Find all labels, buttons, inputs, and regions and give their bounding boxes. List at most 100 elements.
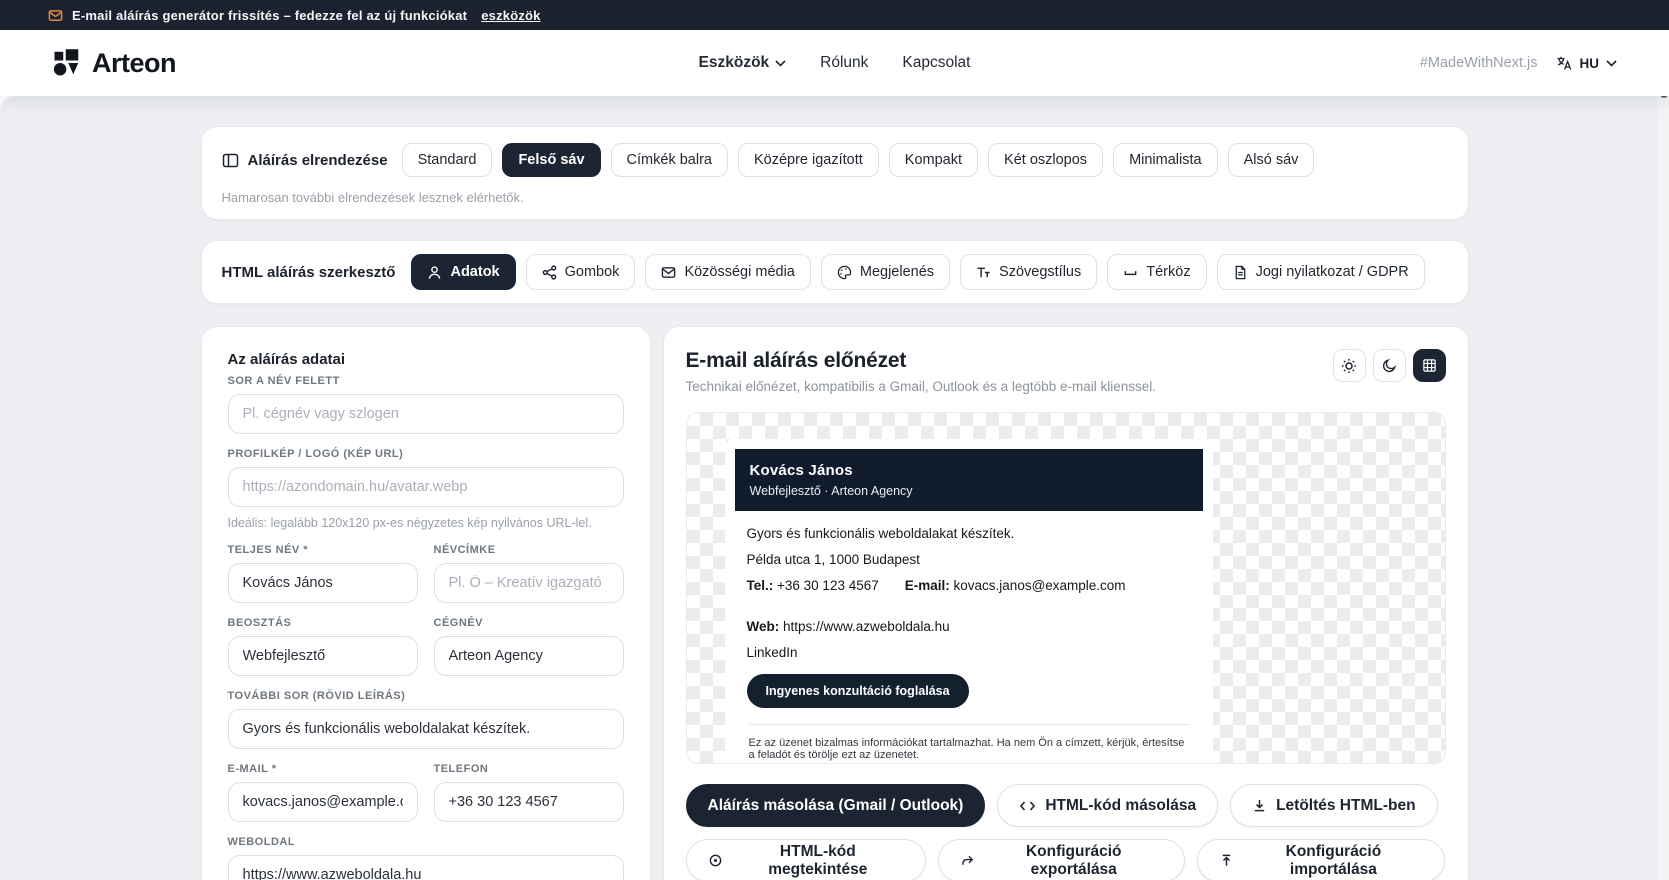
field-label-position: BEOSZTÁS [228, 617, 418, 629]
preview-title: E-mail aláírás előnézet [686, 349, 1156, 373]
import-config-button[interactable]: Konfiguráció importálása [1197, 839, 1445, 880]
field-label-website: WEBOLDAL [228, 836, 624, 848]
preview-subtitle: Technikai előnézet, kompatibilis a Gmail… [686, 379, 1156, 394]
dark-mode-button[interactable] [1373, 349, 1406, 382]
layout-hint: Hamarosan további elrendezések lesznek e… [222, 190, 1448, 205]
signature-role: Webfejlesztő · Arteon Agency [750, 484, 1188, 498]
nav-item-rolunk[interactable]: Rólunk [820, 54, 868, 72]
tab-gombok[interactable]: Gombok [526, 254, 636, 290]
field-label-email: E-MAIL * [228, 763, 418, 775]
layout-option-ket-oszlopos[interactable]: Két oszlopos [988, 143, 1103, 177]
download-icon [1252, 798, 1267, 813]
download-html-button[interactable]: Letöltés HTML-ben [1230, 784, 1438, 827]
announcement-banner: E-mail aláírás generátor frissítés – fed… [0, 0, 1669, 30]
main-nav: Eszközök Rólunk Kapcsolat [0, 54, 1669, 72]
envelope-icon [48, 8, 63, 23]
made-with-badge: #MadeWithNext.js [1420, 55, 1538, 71]
spacing-icon [1123, 265, 1138, 280]
layout-option-kompakt[interactable]: Kompakt [889, 143, 978, 177]
field-label-full-name: TELJES NÉV * [228, 544, 418, 556]
signature-preview: Kovács János Webfejlesztő · Arteon Agenc… [725, 439, 1213, 764]
layout-option-minimalista[interactable]: Minimalista [1113, 143, 1218, 177]
website-input[interactable] [228, 855, 624, 880]
full-name-input[interactable] [228, 563, 418, 603]
signature-address: Példa utca 1, 1000 Budapest [747, 552, 1191, 567]
avatar-url-input[interactable] [228, 467, 624, 507]
layout-title: Aláírás elrendezése [222, 152, 388, 169]
view-html-button[interactable]: HTML-kód megtekintése [686, 839, 927, 880]
nav-item-kapcsolat[interactable]: Kapcsolat [902, 54, 970, 72]
share-forward-icon [960, 853, 975, 868]
main-content: Aláírás elrendezése Standard Felső sáv C… [0, 96, 1669, 880]
nav-item-eszkozok[interactable]: Eszközök [699, 54, 787, 72]
preview-surface: Kovács János Webfejlesztő · Arteon Agenc… [686, 412, 1446, 764]
signature-description: Gyors és funkcionális weboldalakat készí… [747, 526, 1191, 541]
palette-icon [837, 265, 852, 280]
preview-actions-row-2: HTML-kód megtekintése Konfiguráció expor… [686, 839, 1446, 880]
header-right: #MadeWithNext.js HU [1420, 55, 1617, 72]
transparent-grid-button[interactable] [1413, 349, 1446, 382]
brand-logo[interactable]: Arteon [52, 48, 176, 79]
layout-selector-card: Aláírás elrendezése Standard Felső sáv C… [201, 126, 1469, 220]
document-icon [1233, 265, 1248, 280]
upload-icon [1219, 853, 1234, 868]
signature-contacts: Tel.: +36 30 123 4567 E-mail: kovacs.jan… [747, 578, 1191, 634]
sun-icon [1341, 358, 1357, 374]
phone-input[interactable] [434, 782, 624, 822]
field-label-line-above-name: SOR A NÉV FELETT [228, 375, 624, 387]
company-input[interactable] [434, 636, 624, 676]
editor-tabs: Adatok Gombok [411, 254, 1424, 290]
layout-option-cimkek-balra[interactable]: Címkék balra [611, 143, 728, 177]
layout-icon [222, 152, 239, 169]
tab-szovegstilus[interactable]: Szövegstílus [960, 254, 1097, 290]
chevron-down-icon [775, 60, 786, 67]
layout-options: Standard Felső sáv Címkék balra Középre … [402, 143, 1315, 177]
layout-option-standard[interactable]: Standard [402, 143, 493, 177]
avatar-url-hint: Ideális: legalább 120x120 px-es négyzete… [228, 516, 624, 530]
preview-actions-row-1: Aláírás másolása (Gmail / Outlook) HTML-… [686, 784, 1446, 827]
language-switcher[interactable]: HU [1556, 55, 1618, 72]
copy-signature-button[interactable]: Aláírás másolása (Gmail / Outlook) [686, 784, 986, 827]
banner-tools-link[interactable]: eszközök [481, 8, 540, 23]
line-above-name-input[interactable] [228, 394, 624, 434]
signature-disclaimer: Ez az üzenet bizalmas információkat tart… [747, 725, 1191, 761]
position-input[interactable] [228, 636, 418, 676]
translate-icon [1556, 55, 1573, 72]
layout-option-kozepre-igazitott[interactable]: Középre igazított [738, 143, 879, 177]
signature-cta-button[interactable]: Ingyenes konzultáció foglalása [747, 674, 969, 708]
arteon-logo-icon [52, 48, 82, 78]
signature-web: https://www.azweboldala.hu [783, 619, 950, 634]
language-code: HU [1580, 56, 1600, 71]
moon-icon [1382, 358, 1397, 373]
signature-email: kovacs.janos@example.com [954, 578, 1126, 593]
tab-megjelenes[interactable]: Megjelenés [821, 254, 950, 290]
tab-kozossegi-media[interactable]: Közösségi média [645, 254, 810, 290]
tab-adatok[interactable]: Adatok [411, 254, 515, 290]
tab-terkoz[interactable]: Térköz [1107, 254, 1206, 290]
page-scrollbar[interactable] [1658, 30, 1669, 880]
layout-option-felso-sav[interactable]: Felső sáv [502, 143, 600, 177]
field-label-phone: TELEFON [434, 763, 624, 775]
field-label-extra-line: TOVÁBBI SOR (RÖVID LEÍRÁS) [228, 690, 624, 702]
copy-html-button[interactable]: HTML-kód másolása [997, 784, 1218, 827]
signature-preview-card: E-mail aláírás előnézet Technikai előnéz… [663, 326, 1469, 880]
export-config-button[interactable]: Konfiguráció exportálása [938, 839, 1185, 880]
signature-linkedin-link[interactable]: LinkedIn [747, 645, 1191, 660]
tab-jogi-nyilatkozat[interactable]: Jogi nyilatkozat / GDPR [1217, 254, 1425, 290]
target-icon [708, 853, 723, 868]
field-label-avatar-url: PROFILKÉP / LOGÓ (KÉP URL) [228, 448, 624, 460]
chevron-down-icon [1606, 60, 1617, 67]
name-tag-input[interactable] [434, 563, 624, 603]
user-icon [427, 265, 442, 280]
layout-option-also-sav[interactable]: Alsó sáv [1228, 143, 1315, 177]
light-mode-button[interactable] [1333, 349, 1366, 382]
field-label-company: CÉGNÉV [434, 617, 624, 629]
extra-line-input[interactable] [228, 709, 624, 749]
form-title: Az aláírás adatai [228, 351, 624, 368]
email-input[interactable] [228, 782, 418, 822]
editor-tabs-card: HTML aláírás szerkesztő Adatok [201, 240, 1469, 304]
preview-mode-buttons [1333, 349, 1446, 382]
editor-title: HTML aláírás szerkesztő [222, 264, 396, 281]
signature-phone: +36 30 123 4567 [777, 578, 879, 593]
share-nodes-icon [542, 265, 557, 280]
